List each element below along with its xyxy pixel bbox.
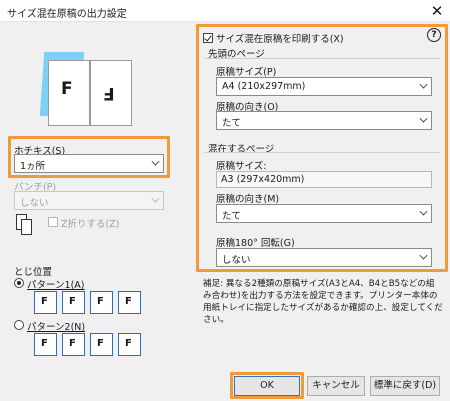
chevron-down-icon (419, 207, 428, 216)
thumb-letter: F (41, 296, 48, 307)
pattern-thumb: F (118, 291, 141, 314)
reset-label: 標準に戻す(D) (373, 380, 437, 391)
pattern2-thumbs: F F F F (34, 333, 164, 359)
rotate-label: 原稿180° 回転(G) (216, 238, 295, 249)
pattern1-thumbs: F F F F (34, 291, 164, 317)
pattern-thumb: F (62, 333, 85, 356)
binding-label: とじ位置 (14, 267, 53, 278)
preview-page-front: F (48, 60, 90, 126)
pattern-thumb: F (34, 333, 57, 356)
thumb-letter: F (97, 338, 104, 349)
rotate-select[interactable]: しない (216, 248, 432, 267)
title-bar: サイズ混在原稿の出力設定 ✕ (0, 0, 450, 22)
pattern1-radio[interactable] (14, 278, 24, 288)
orient-select[interactable]: たて (216, 111, 432, 130)
preview-image: F F (36, 46, 136, 136)
cancel-button[interactable]: キャンセル (307, 376, 365, 396)
staple-value: 1ヵ所 (20, 161, 46, 172)
print-mixed-label: サイズ混在原稿を印刷する(X) (216, 34, 344, 45)
chevron-down-icon (419, 114, 428, 123)
zfold-icon (16, 214, 34, 236)
ok-button[interactable]: OK (234, 376, 300, 396)
print-mixed-checkbox[interactable] (203, 33, 213, 43)
staple-select[interactable]: 1ヵ所 (14, 154, 164, 173)
mixed-size-field: A3 (297x420mm) (216, 171, 432, 188)
thumb-letter: F (69, 338, 76, 349)
reset-button[interactable]: 標準に戻す(D) (370, 376, 440, 396)
orig-size-select[interactable]: A4 (210x297mm) (216, 77, 432, 96)
mixed-orient-select[interactable]: たて (216, 204, 432, 223)
orient-value: たて (222, 118, 242, 129)
pattern2-radio[interactable] (14, 320, 24, 330)
mixed-size-value: A3 (297x420mm) (221, 174, 305, 185)
chevron-down-icon (419, 251, 428, 260)
close-icon[interactable]: ✕ (428, 2, 446, 20)
orig-size-value: A4 (210x297mm) (222, 81, 306, 92)
pattern-thumb: F (34, 291, 57, 314)
mixed-orient-label: 原稿の向き(M) (216, 194, 280, 205)
zfold-checkbox (48, 217, 58, 227)
pattern-thumb: F (90, 291, 113, 314)
pattern2-label: パターン2(N) (27, 322, 86, 333)
punch-value: しない (20, 198, 49, 209)
pattern-thumb: F (118, 333, 141, 356)
thumb-letter: F (125, 296, 132, 307)
chevron-down-icon (151, 157, 160, 166)
thumb-letter: F (97, 296, 104, 307)
orig-size-label: 原稿サイズ(P) (216, 67, 277, 78)
help-icon[interactable]: ? (427, 28, 441, 42)
help-glyph: ? (431, 30, 437, 40)
chevron-down-icon (419, 80, 428, 89)
thumb-letter: F (125, 338, 132, 349)
rotate-value: しない (222, 255, 251, 266)
note-text: 補足: 異なる2種類の原稿サイズ(A3とA4、B4とB5などの組み合わせ)を出力… (203, 279, 443, 325)
window-title: サイズ混在原稿の出力設定 (7, 9, 127, 20)
pattern-thumb: F (62, 291, 85, 314)
pattern-thumb: F (90, 333, 113, 356)
pattern1-label: パターン1(A) (27, 280, 85, 291)
mixed-size-label: 原稿サイズ: (216, 161, 267, 172)
chevron-down-icon (151, 194, 160, 203)
ok-label: OK (260, 380, 274, 391)
cancel-label: キャンセル (312, 380, 360, 391)
punch-select: しない (14, 191, 164, 210)
preview-page-back: F (90, 60, 132, 126)
zfold-label: Z折りする(Z) (61, 219, 120, 230)
mixed-orient-value: たて (222, 211, 242, 222)
thumb-letter: F (41, 338, 48, 349)
thumb-letter: F (69, 296, 76, 307)
